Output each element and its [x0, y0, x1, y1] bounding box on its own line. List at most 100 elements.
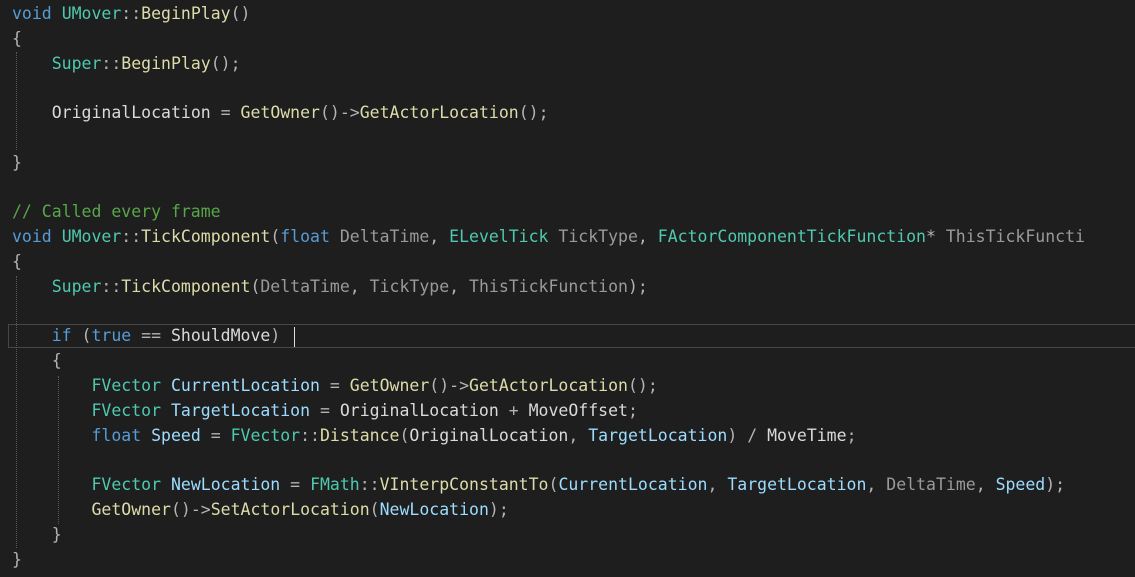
indent-guide	[16, 276, 17, 548]
code-token: ::	[121, 4, 142, 23]
code-token: ThisTickFunction	[469, 276, 628, 296]
code-token: ();	[627, 376, 658, 395]
code-token: ,	[449, 276, 470, 296]
code-token: ) /	[727, 425, 768, 445]
code-token: ()->	[320, 103, 360, 123]
code-line[interactable]: void UMover::BeginPlay()	[12, 2, 250, 27]
code-token: TargetLocation	[170, 400, 311, 420]
code-token: }	[51, 524, 62, 544]
code-line[interactable]: }	[12, 523, 62, 548]
code-token: ==	[131, 326, 171, 346]
code-token: +	[498, 400, 529, 420]
code-token: ()->	[429, 376, 470, 395]
code-line[interactable]: FVector CurrentLocation = GetOwner()->Ge…	[12, 374, 658, 399]
code-token: )	[270, 326, 281, 346]
code-token: =	[200, 425, 231, 445]
code-token: ::	[121, 227, 142, 247]
code-token: Super	[51, 276, 102, 296]
code-editor[interactable]: void UMover::BeginPlay(){ Super::BeginPl…	[0, 0, 1135, 577]
code-token: CurrentLocation	[170, 376, 320, 395]
code-token: true	[91, 326, 132, 346]
code-token: BeginPlay	[121, 53, 211, 73]
code-token: *	[926, 227, 946, 247]
code-line[interactable]: {	[12, 250, 22, 275]
indent-guide	[58, 376, 59, 524]
code-token: DeltaTime	[886, 475, 976, 495]
code-token: TickComponent	[121, 276, 251, 296]
code-token: MoveOffset	[528, 400, 628, 420]
code-token: GetActorLocation	[359, 103, 519, 123]
code-token: ShouldMove	[171, 326, 271, 346]
code-line[interactable]: }	[12, 151, 22, 176]
code-token: ,	[429, 227, 450, 247]
code-token: ThisTickFuncti	[945, 227, 1085, 247]
code-token: FVector	[230, 425, 301, 445]
code-token: BeginPlay	[141, 4, 231, 23]
code-token: (	[250, 276, 261, 296]
code-line[interactable]: // Called every frame	[12, 200, 221, 225]
code-token: );	[1045, 475, 1066, 495]
code-token: VInterpConstantTo	[379, 475, 549, 495]
code-token: ,	[637, 227, 658, 247]
code-token: {	[12, 252, 22, 271]
code-line[interactable]: Super::BeginPlay();	[12, 52, 241, 77]
code-token: (	[548, 475, 559, 495]
code-line[interactable]: {	[12, 349, 62, 374]
code-line[interactable]: GetOwner()->SetActorLocation(NewLocation…	[12, 498, 508, 523]
text-caret	[294, 327, 295, 347]
code-token: MoveTime	[767, 425, 847, 445]
code-token: (	[270, 227, 281, 247]
code-line[interactable]: }	[12, 548, 22, 573]
code-line[interactable]: FVector NewLocation = FMath::VInterpCons…	[12, 473, 1065, 498]
code-token: Super	[51, 53, 102, 73]
code-token: float	[280, 227, 330, 247]
code-token: =	[280, 475, 311, 495]
code-token: float	[91, 425, 142, 445]
code-token: void	[12, 4, 52, 23]
code-line[interactable]: float Speed = FVector::Distance(Original…	[12, 424, 857, 449]
code-token: (	[369, 500, 380, 519]
code-token: GetActorLocation	[469, 376, 628, 395]
code-line[interactable]: FVector TargetLocation = OriginalLocatio…	[12, 399, 638, 424]
code-token: ()	[230, 4, 251, 23]
code-token: UMover	[61, 227, 122, 247]
code-token: (	[399, 425, 410, 445]
code-token: ;	[627, 400, 638, 420]
code-token: {	[51, 351, 62, 371]
code-token: NewLocation	[379, 500, 489, 519]
code-token: ,	[707, 475, 728, 495]
indent-guide	[16, 52, 17, 150]
code-token: FVector	[91, 400, 162, 420]
code-token: GetOwner	[349, 376, 430, 395]
code-line[interactable]: void UMover::TickComponent(float DeltaTi…	[12, 225, 1085, 250]
code-line[interactable]: Super::TickComponent(DeltaTime, TickType…	[12, 275, 648, 300]
code-token: TickType	[369, 276, 450, 296]
code-line[interactable]: if (true == ShouldMove)	[12, 324, 281, 349]
code-token: Speed	[995, 475, 1046, 495]
code-token: ELevelTick	[449, 227, 549, 247]
code-token: // Called every frame	[12, 202, 221, 222]
code-token: DeltaTime	[339, 227, 430, 247]
code-line[interactable]: {	[12, 27, 22, 52]
code-token: ();	[518, 103, 549, 123]
code-token: DeltaTime	[260, 276, 350, 296]
code-token: Speed	[151, 425, 201, 445]
code-token: OriginalLocation	[409, 425, 569, 445]
code-token: ;	[846, 425, 857, 445]
code-token: NewLocation	[170, 475, 281, 495]
code-token: ::	[101, 53, 122, 73]
code-line[interactable]: OriginalLocation = GetOwner()->GetActorL…	[12, 101, 549, 126]
